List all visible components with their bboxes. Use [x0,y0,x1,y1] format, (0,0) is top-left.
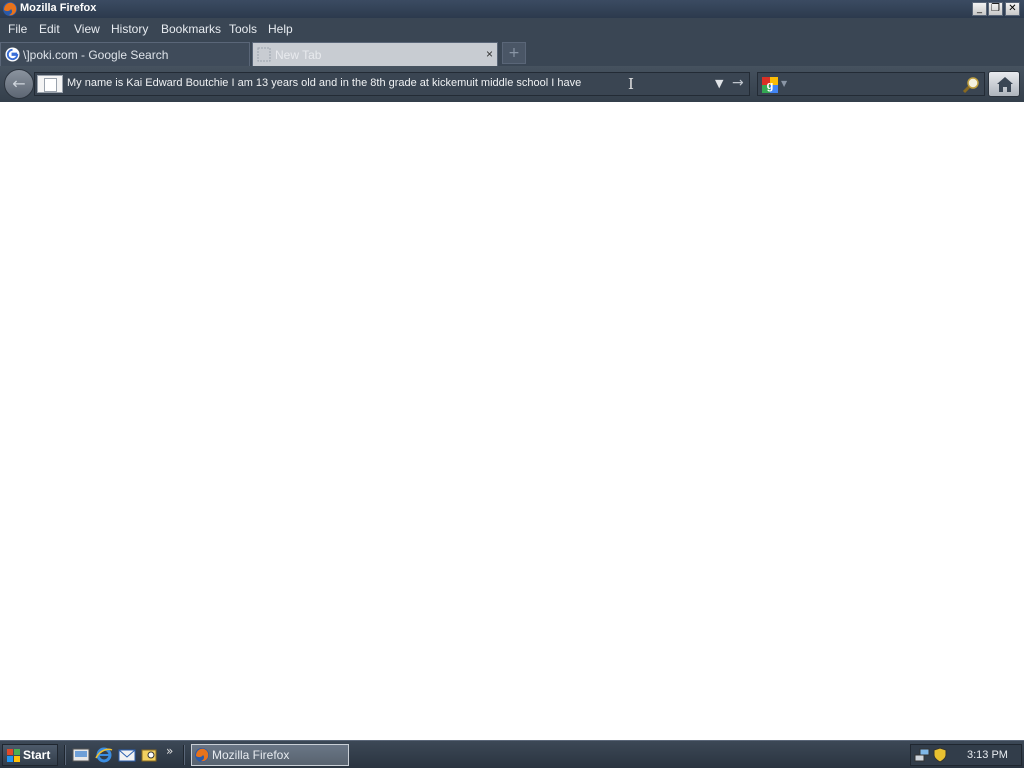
menu-bar: File Edit View History Bookmarks Tools H… [0,18,1024,40]
close-window-button[interactable]: ✕ [1005,2,1020,16]
firefox-icon [195,748,209,762]
show-desktop-icon[interactable] [72,746,90,764]
minimize-button[interactable]: _ [972,2,987,16]
firefox-icon [3,2,17,16]
taskbar-item-firefox[interactable]: Mozilla Firefox [191,744,349,766]
internet-explorer-icon[interactable] [95,746,113,764]
windows-flag-icon [7,749,20,762]
home-icon [997,77,1013,92]
close-tab-icon[interactable]: × [486,47,493,61]
menu-bookmarks[interactable]: Bookmarks [161,22,221,36]
url-dropdown-icon[interactable]: ▼ [715,77,723,90]
search-engine-dropdown-icon[interactable]: ▼ [781,79,787,88]
window-title: Mozilla Firefox [20,2,97,14]
menu-file[interactable]: File [8,22,27,36]
back-button[interactable]: ← [4,69,34,99]
menu-view[interactable]: View [74,22,100,36]
text-cursor-icon: I [628,75,634,93]
home-button[interactable] [988,71,1020,97]
quick-launch-more-icon[interactable]: » [166,744,173,758]
search-folder-icon[interactable] [141,746,159,764]
security-shield-icon[interactable] [932,747,948,763]
menu-help[interactable]: Help [268,22,293,36]
system-tray: 3:13 PM [910,744,1022,766]
menu-history[interactable]: History [111,22,148,36]
search-icon[interactable] [962,76,980,94]
svg-text:g: g [767,80,774,92]
search-bar[interactable]: g ▼ [757,72,985,96]
page-content[interactable] [0,102,1024,740]
network-icon[interactable] [914,747,930,763]
navigation-bar: ← My name is Kai Edward Boutchie I am 13… [0,66,1024,102]
site-identity-icon[interactable] [37,75,63,93]
outlook-express-icon[interactable] [118,746,136,764]
url-bar[interactable]: My name is Kai Edward Boutchie I am 13 y… [34,72,750,96]
start-button[interactable]: Start [2,744,58,766]
url-input[interactable]: My name is Kai Edward Boutchie I am 13 y… [67,77,581,89]
tab-new-tab[interactable]: New Tab × [252,42,498,66]
restore-button[interactable]: ❐ [988,2,1003,16]
google-search-engine-icon[interactable]: g [762,77,778,93]
start-label: Start [23,748,51,762]
tab-label: New Tab [275,48,322,62]
title-bar: Mozilla Firefox _ ❐ ✕ [0,0,1024,18]
tab-label: \]poki.com - Google Search [23,48,169,62]
taskbar-item-label: Mozilla Firefox [212,748,290,762]
taskbar-separator [183,745,185,765]
google-icon [5,47,20,62]
new-tab-button[interactable]: + [502,42,526,64]
taskbar-separator [64,745,66,765]
blank-page-icon [257,47,271,62]
taskbar: Start » Mozilla Firefox 3:13 PM [0,740,1024,768]
clock: 3:13 PM [967,749,1008,761]
menu-tools[interactable]: Tools [229,22,257,36]
go-arrow-icon[interactable]: → [732,75,744,91]
menu-edit[interactable]: Edit [39,22,60,36]
tab-google-search[interactable]: \]poki.com - Google Search [0,42,250,66]
